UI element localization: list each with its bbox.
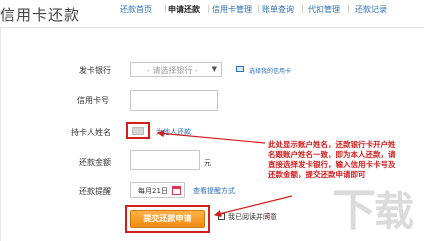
tab-auto-debit[interactable]: 代扣管理 — [308, 4, 340, 15]
holder-name-highlight — [126, 122, 150, 139]
amount-label: 还款金额 — [79, 158, 111, 167]
tab-home[interactable]: 还款首页 — [120, 4, 152, 15]
tab-divider — [302, 5, 303, 13]
tab-divider — [348, 5, 349, 13]
annotation-callout: 此处显示账户姓名，还款银行卡开户姓名跟账户姓名一致，即为本人还款，请直接选择发卡… — [268, 140, 396, 179]
bank-select-value: - 请选择银行 - — [147, 66, 198, 75]
submit-repayment-button[interactable]: 提交还款申请 — [130, 210, 205, 228]
card-number-input[interactable] — [130, 90, 218, 111]
chevron-down-icon: ▼ — [211, 65, 217, 73]
tab-repayment-history[interactable]: 还款记录 — [355, 4, 387, 15]
amount-input[interactable] — [130, 150, 200, 170]
holder-name-label: 持卡人姓名 — [71, 128, 111, 137]
reminder-label: 还款提醒 — [79, 187, 111, 196]
bank-select[interactable]: - 请选择银行 - ▼ — [130, 62, 222, 77]
tab-divider — [165, 5, 166, 13]
tab-bill-query[interactable]: 账单查询 — [262, 4, 294, 15]
calendar-icon[interactable] — [172, 186, 181, 195]
tab-card-management[interactable]: 信用卡管理 — [212, 4, 252, 15]
header-divider — [0, 27, 424, 28]
card-icon — [236, 66, 244, 72]
tab-apply-repayment[interactable]: 申请还款 — [168, 4, 200, 15]
watermark-logo: 下 载 — [332, 185, 414, 236]
tab-divider — [258, 5, 259, 13]
svg-text:载: 载 — [374, 189, 414, 235]
agree-checkbox[interactable] — [218, 211, 225, 220]
svg-text:下: 下 — [332, 185, 376, 236]
pay-for-others-link[interactable]: 为他人还款 — [156, 127, 191, 137]
submit-highlight: 提交还款申请 — [125, 205, 210, 233]
reminder-date-value: 每月21日 — [138, 187, 168, 195]
reminder-date-select[interactable]: 每月21日 — [130, 182, 185, 198]
page-title: 信用卡还款 — [0, 6, 81, 24]
holder-name-value — [132, 127, 144, 135]
left-border — [0, 28, 1, 241]
card-number-label: 信用卡号 — [77, 96, 109, 105]
choose-my-card-link[interactable]: 选择我的信用卡 — [249, 66, 291, 75]
view-reminder-methods-link[interactable]: 查看提醒方式 — [193, 186, 235, 196]
agree-terms-link[interactable]: E — [266, 212, 270, 220]
tab-divider — [208, 5, 209, 13]
amount-unit: 元 — [204, 159, 211, 167]
bank-label: 发卡银行 — [79, 66, 111, 75]
